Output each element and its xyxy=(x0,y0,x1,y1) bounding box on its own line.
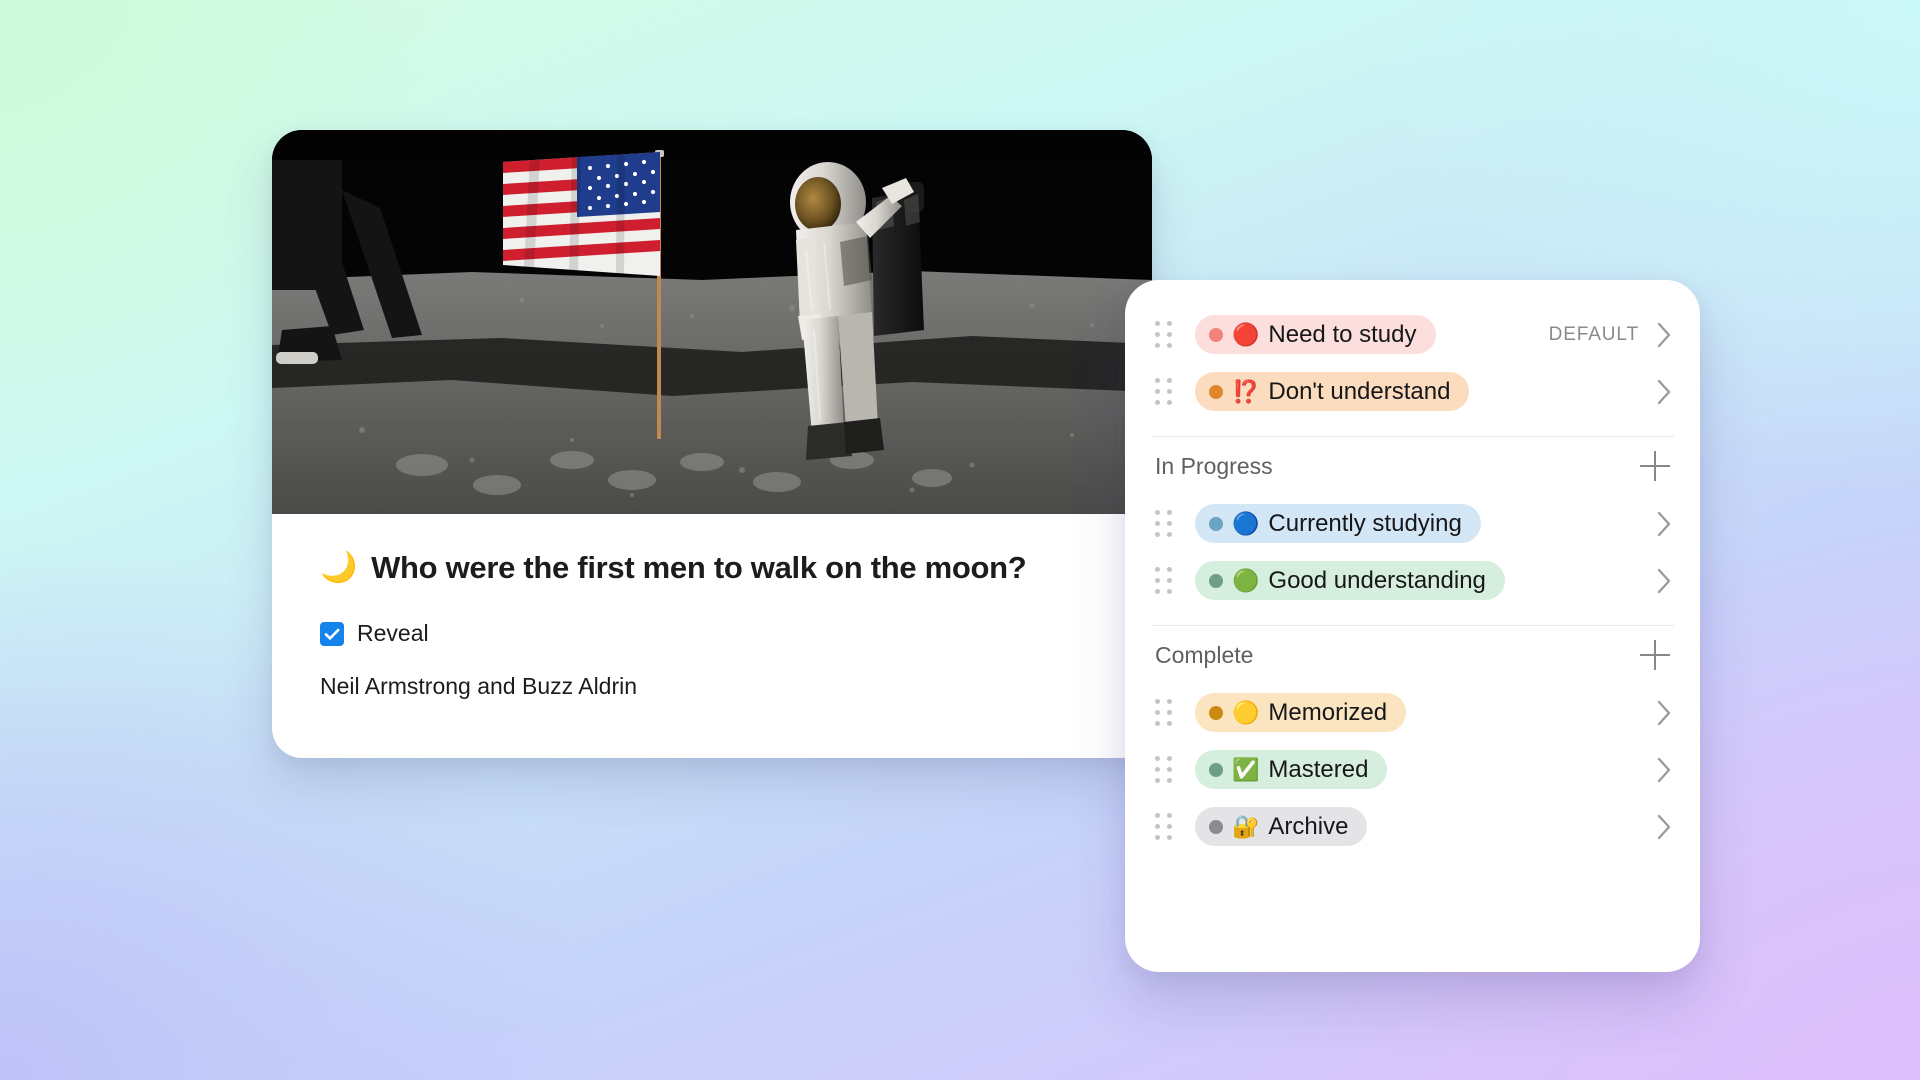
section-title: Complete xyxy=(1155,641,1254,668)
add-status-button[interactable] xyxy=(1640,451,1670,481)
drag-handle-icon[interactable] xyxy=(1155,377,1175,406)
chevron-right-icon[interactable] xyxy=(1657,322,1672,348)
blue-circle-icon: 🔵 xyxy=(1232,510,1260,536)
default-badge: DEFAULT xyxy=(1548,323,1639,345)
status-item-mastered[interactable]: ✅ Mastered xyxy=(1125,741,1700,798)
drag-handle-icon[interactable] xyxy=(1155,755,1175,784)
status-pill[interactable]: ⁉️ Don't understand xyxy=(1195,372,1470,411)
red-circle-icon: 🔴 xyxy=(1232,321,1260,347)
status-pill[interactable]: 🟡 Memorized xyxy=(1195,693,1407,732)
status-dot xyxy=(1209,819,1223,834)
yellow-circle-icon: 🟡 xyxy=(1232,699,1260,725)
status-dot xyxy=(1209,762,1223,777)
status-label: Mastered xyxy=(1268,755,1369,783)
chevron-right-icon[interactable] xyxy=(1657,511,1672,537)
status-item-memorized[interactable]: 🟡 Memorized xyxy=(1125,684,1700,741)
status-dot xyxy=(1209,516,1223,531)
status-label: Currently studying xyxy=(1268,509,1462,537)
status-pill[interactable]: 🔵 Currently studying xyxy=(1195,504,1481,543)
reveal-checkbox[interactable] xyxy=(320,621,344,646)
status-dot xyxy=(1209,573,1223,588)
drag-handle-icon[interactable] xyxy=(1155,698,1175,727)
moon-landing-photo xyxy=(272,130,1152,514)
chevron-right-icon[interactable] xyxy=(1657,814,1672,840)
flashcard-body: 🌙 Who were the first men to walk on the … xyxy=(272,514,1152,700)
check-mark-button-icon: ✅ xyxy=(1232,756,1260,782)
chevron-right-icon[interactable] xyxy=(1657,757,1672,783)
status-item-currently-studying[interactable]: 🔵 Currently studying xyxy=(1125,495,1700,552)
flashcard-question: 🌙 Who were the first men to walk on the … xyxy=(320,550,1104,586)
status-item-dont-understand[interactable]: ⁉️ Don't understand xyxy=(1125,363,1700,420)
flashcard-answer: Neil Armstrong and Buzz Aldrin xyxy=(320,673,638,699)
app-background: 🌙 Who were the first men to walk on the … xyxy=(0,0,1920,1080)
question-text: Who were the first men to walk on the mo… xyxy=(371,550,1027,585)
status-list-panel[interactable]: 🔴 Need to study DEFAULT ⁉️ Don't underst… xyxy=(1125,280,1700,972)
drag-handle-icon[interactable] xyxy=(1155,566,1175,595)
section-header-complete: Complete xyxy=(1125,626,1700,684)
reveal-toggle-row[interactable]: Reveal xyxy=(320,620,1104,647)
status-dot xyxy=(1209,327,1223,342)
drag-handle-icon[interactable] xyxy=(1155,320,1175,349)
status-label: Memorized xyxy=(1268,698,1388,726)
status-dot xyxy=(1209,705,1223,720)
status-pill[interactable]: 🟢 Good understanding xyxy=(1195,561,1505,600)
status-item-need-to-study[interactable]: 🔴 Need to study DEFAULT xyxy=(1125,306,1700,363)
status-pill[interactable]: ✅ Mastered xyxy=(1195,750,1388,789)
status-label: Archive xyxy=(1268,812,1349,840)
section-title: In Progress xyxy=(1155,452,1273,479)
status-pill[interactable]: 🔐 Archive xyxy=(1195,807,1368,846)
green-circle-icon: 🟢 xyxy=(1232,567,1260,593)
status-item-good-understanding[interactable]: 🟢 Good understanding xyxy=(1125,552,1700,609)
section-header-in-progress: In Progress xyxy=(1125,437,1700,495)
status-pill[interactable]: 🔴 Need to study xyxy=(1195,315,1436,354)
add-status-button[interactable] xyxy=(1640,640,1670,670)
drag-handle-icon[interactable] xyxy=(1155,812,1175,841)
chevron-right-icon[interactable] xyxy=(1657,379,1672,405)
moon-icon: 🌙 xyxy=(320,551,358,584)
flashcard[interactable]: 🌙 Who were the first men to walk on the … xyxy=(272,130,1152,758)
chevron-right-icon[interactable] xyxy=(1657,568,1672,594)
locked-with-key-icon: 🔐 xyxy=(1232,813,1260,839)
exclamation-question-icon: ⁉️ xyxy=(1232,378,1260,404)
status-label: Need to study xyxy=(1268,320,1417,348)
status-label: Don't understand xyxy=(1268,377,1451,405)
status-dot xyxy=(1209,384,1223,399)
drag-handle-icon[interactable] xyxy=(1155,509,1175,538)
status-item-archive[interactable]: 🔐 Archive xyxy=(1125,798,1700,855)
chevron-right-icon[interactable] xyxy=(1657,700,1672,726)
status-label: Good understanding xyxy=(1268,566,1486,594)
reveal-label: Reveal xyxy=(357,620,429,646)
